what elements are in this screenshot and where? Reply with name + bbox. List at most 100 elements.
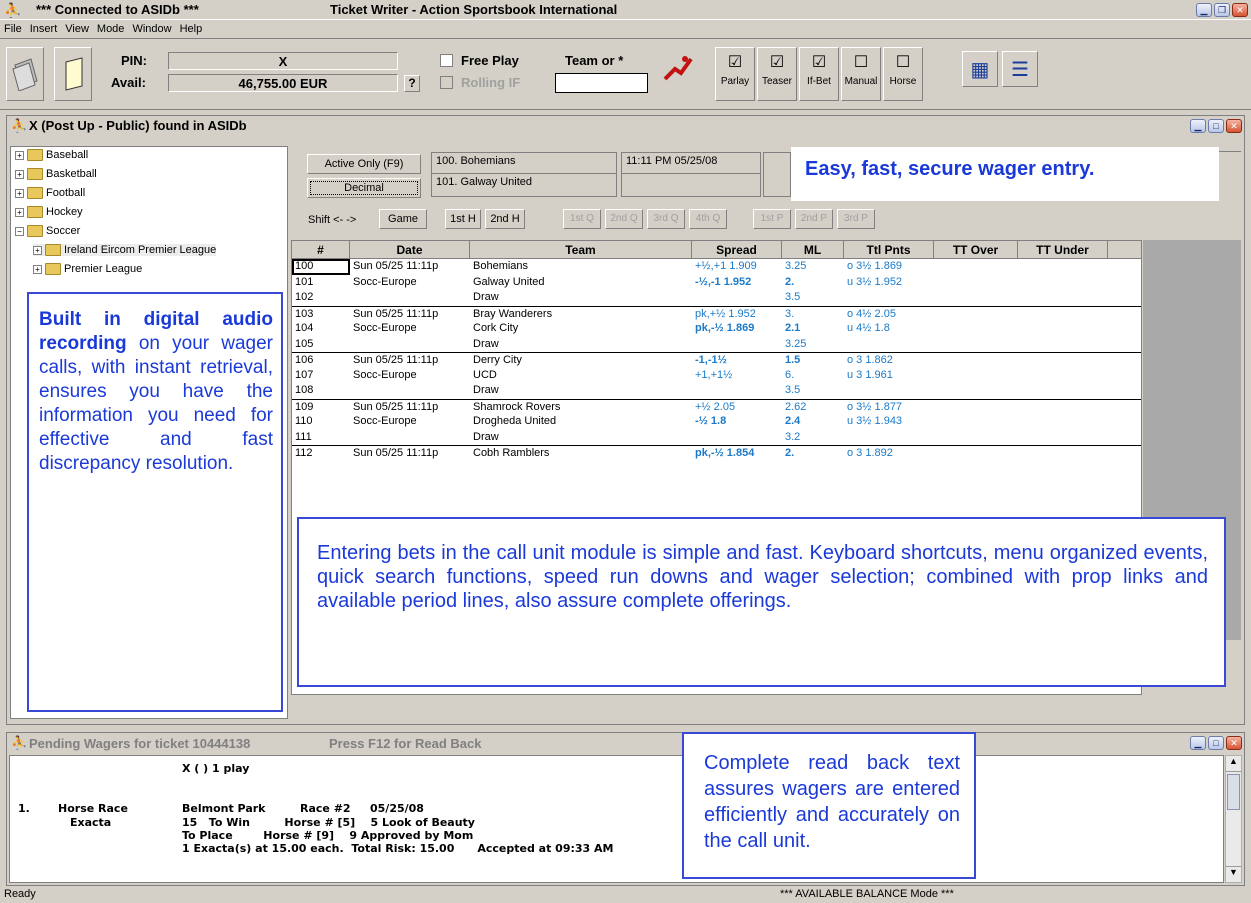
grid-cell-ml[interactable]: 3. xyxy=(782,307,844,322)
grid-cell-date[interactable]: Socc-Europe xyxy=(350,368,470,384)
restore-icon[interactable]: ❐ xyxy=(1214,3,1230,17)
grid-cell-number[interactable]: 106 xyxy=(292,353,350,368)
grid-cell-number[interactable]: 110 xyxy=(292,414,350,430)
team-search-input[interactable] xyxy=(555,73,648,93)
grid-cell-team[interactable]: Draw xyxy=(470,290,692,306)
teaser-button[interactable]: ☑ Teaser xyxy=(757,47,797,101)
grid-cell-spread[interactable]: +½,+1 1.909 xyxy=(692,259,782,275)
period-4th-quarter[interactable]: 4th Q xyxy=(689,209,727,229)
grid-cell-date[interactable] xyxy=(350,383,470,399)
grid-cell-total[interactable] xyxy=(844,430,934,446)
table-row[interactable]: 105 Draw 3.25 xyxy=(292,337,1141,353)
grid-cell-ml[interactable]: 2.4 xyxy=(782,414,844,430)
grid-cell-date[interactable] xyxy=(350,337,470,353)
col-total[interactable]: Ttl Pnts xyxy=(844,241,934,258)
grid-cell-spread[interactable]: pk,+½ 1.952 xyxy=(692,307,782,322)
grid-cell-number[interactable]: 107 xyxy=(292,368,350,384)
expand-icon[interactable]: + xyxy=(33,245,42,255)
horse-button[interactable]: ☐ Horse xyxy=(883,47,923,101)
grid-cell-number[interactable]: 102 xyxy=(292,290,350,306)
table-row[interactable]: 100 Sun 05/25 11:11p Bohemians +½,+1 1.909 3… xyxy=(292,259,1141,275)
close-icon[interactable]: ✕ xyxy=(1226,119,1242,133)
grid-cell-date[interactable]: Sun 05/25 11:11p xyxy=(350,353,470,368)
grid-cell-team[interactable]: Cobh Ramblers xyxy=(470,446,692,461)
grid-cell-ml[interactable]: 3.2 xyxy=(782,430,844,446)
period-1st-half[interactable]: 1st H xyxy=(445,209,481,229)
manual-button[interactable]: ☐ Manual xyxy=(841,47,881,101)
pending-scrollbar[interactable]: ▲ ▼ xyxy=(1225,755,1242,883)
table-row[interactable]: 101 Socc-Europe Galway United -½,-1 1.952 2.… xyxy=(292,275,1141,291)
tree-item-hockey[interactable]: + Hockey xyxy=(15,206,83,218)
grid-cell-number[interactable]: 112 xyxy=(292,446,350,461)
period-3rd-period[interactable]: 3rd P xyxy=(837,209,875,229)
grid-cell-total[interactable]: u 4½ 1.8 xyxy=(844,321,934,337)
maximize-icon[interactable]: □ xyxy=(1208,119,1224,133)
col-tt-over[interactable]: TT Over xyxy=(934,241,1018,258)
decimal-button[interactable]: Decimal xyxy=(307,178,421,198)
active-only-button[interactable]: Active Only (F9) xyxy=(307,154,421,174)
grid-cell-date[interactable]: Socc-Europe xyxy=(350,414,470,430)
layout-view-2-button[interactable]: ☰ xyxy=(1002,51,1038,87)
expand-icon[interactable]: + xyxy=(33,264,42,274)
tree-item-ireland-eircom[interactable]: + Ireland Eircom Premier League xyxy=(33,244,217,256)
close-icon[interactable]: ✕ xyxy=(1232,3,1248,17)
table-row[interactable]: 104 Socc-Europe Cork City pk,-½ 1.869 2.1 u 4… xyxy=(292,321,1141,337)
grid-cell-total[interactable]: u 3 1.961 xyxy=(844,368,934,384)
grid-cell-total[interactable]: u 3½ 1.952 xyxy=(844,275,934,291)
table-row[interactable]: 107 Socc-Europe UCD +1,+1½ 6. u 3 1.961 xyxy=(292,368,1141,384)
expand-icon[interactable]: + xyxy=(15,188,24,198)
col-number[interactable]: # xyxy=(292,241,350,258)
grid-cell-spread[interactable] xyxy=(692,337,782,353)
col-tt-under[interactable]: TT Under xyxy=(1018,241,1108,258)
scroll-thumb[interactable] xyxy=(1227,774,1240,810)
grid-cell-date[interactable]: Sun 05/25 11:11p xyxy=(350,259,470,275)
table-row[interactable]: 108 Draw 3.5 xyxy=(292,383,1141,399)
grid-cell-total[interactable] xyxy=(844,290,934,306)
grid-cell-number[interactable]: 103 xyxy=(292,307,350,322)
minimize-icon[interactable]: ▁ xyxy=(1196,3,1212,17)
minimize-icon[interactable]: ▁ xyxy=(1190,119,1206,133)
grid-cell-number[interactable]: 104 xyxy=(292,321,350,337)
menu-help[interactable]: Help xyxy=(180,23,203,35)
tree-item-baseball[interactable]: + Baseball xyxy=(15,149,88,161)
grid-cell-team[interactable]: Shamrock Rovers xyxy=(470,400,692,415)
col-ml[interactable]: ML xyxy=(782,241,844,258)
grid-cell-total[interactable]: o 3½ 1.877 xyxy=(844,400,934,415)
minimize-icon[interactable]: ▁ xyxy=(1190,736,1206,750)
free-play-checkbox[interactable] xyxy=(440,54,453,67)
grid-cell-total[interactable]: o 3 1.892 xyxy=(844,446,934,461)
event-line-1[interactable]: 100. Bohemians xyxy=(432,153,616,174)
table-row[interactable]: 103 Sun 05/25 11:11p Bray Wanderers pk,+½ 1… xyxy=(292,305,1141,322)
grid-cell-spread[interactable]: -½,-1 1.952 xyxy=(692,275,782,291)
expand-icon[interactable]: + xyxy=(15,169,24,179)
grid-cell-date[interactable] xyxy=(350,430,470,446)
layout-view-1-button[interactable]: ▦ xyxy=(962,51,998,87)
col-team[interactable]: Team xyxy=(470,241,692,258)
grid-cell-ml[interactable]: 6. xyxy=(782,368,844,384)
grid-cell-total[interactable] xyxy=(844,383,934,399)
grid-cell-date[interactable] xyxy=(350,290,470,306)
grid-cell-total[interactable]: o 3½ 1.869 xyxy=(844,259,934,275)
menu-window[interactable]: Window xyxy=(132,23,171,35)
grid-cell-ml[interactable]: 2.1 xyxy=(782,321,844,337)
maximize-icon[interactable]: □ xyxy=(1208,736,1224,750)
grid-cell-spread[interactable] xyxy=(692,290,782,306)
grid-cell-ml[interactable]: 2. xyxy=(782,446,844,461)
grid-cell-number[interactable]: 105 xyxy=(292,337,350,353)
period-game[interactable]: Game xyxy=(379,209,427,229)
event-line-2[interactable]: 101. Galway United xyxy=(432,174,616,195)
grid-cell-team[interactable]: UCD xyxy=(470,368,692,384)
ticket-stack-button[interactable] xyxy=(6,47,44,101)
grid-cell-date[interactable]: Sun 05/25 11:11p xyxy=(350,307,470,322)
grid-cell-ml[interactable]: 3.25 xyxy=(782,259,844,275)
grid-cell-number[interactable]: 100 xyxy=(292,259,350,275)
grid-cell-total[interactable]: u 3½ 1.943 xyxy=(844,414,934,430)
period-3rd-quarter[interactable]: 3rd Q xyxy=(647,209,685,229)
menu-file[interactable]: File xyxy=(4,23,22,35)
tree-item-basketball[interactable]: + Basketball xyxy=(15,168,97,180)
col-spread[interactable]: Spread xyxy=(692,241,782,258)
grid-cell-ml[interactable]: 3.5 xyxy=(782,383,844,399)
grid-cell-number[interactable]: 101 xyxy=(292,275,350,291)
grid-cell-team[interactable]: Draw xyxy=(470,337,692,353)
grid-cell-date[interactable]: Sun 05/25 11:11p xyxy=(350,400,470,415)
